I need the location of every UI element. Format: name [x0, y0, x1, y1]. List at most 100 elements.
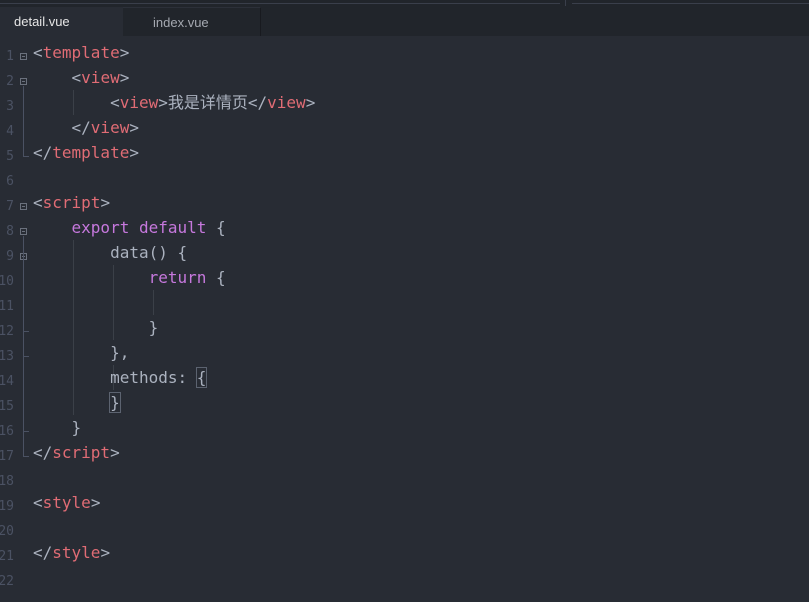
tab-label: detail.vue — [14, 14, 70, 29]
line-number: 4 — [6, 124, 14, 139]
code-token: return — [148, 268, 207, 287]
code-token: template — [52, 143, 130, 162]
code-line: </view> — [33, 115, 139, 140]
fold-region-end — [23, 356, 29, 357]
line-number: 19 — [0, 499, 14, 514]
code-line: <view> — [33, 65, 130, 90]
code-token: { — [206, 218, 226, 237]
line-number: 3 — [6, 99, 14, 114]
tab-label: index.vue — [153, 15, 209, 30]
code-token: < — [33, 43, 43, 62]
code-token: data() { — [33, 243, 188, 262]
code-line: data() { — [33, 240, 187, 265]
line-number: 12 — [0, 324, 14, 339]
code-token: > — [100, 193, 111, 212]
fold-region-end — [23, 431, 29, 432]
indent-guide — [153, 290, 154, 315]
code-token: } — [33, 418, 82, 437]
code-line: </script> — [33, 440, 120, 465]
fold-region-line — [23, 86, 24, 156]
code-token: </ — [33, 143, 53, 162]
fold-toggle-icon[interactable] — [20, 203, 27, 210]
line-number: 16 — [0, 424, 14, 439]
code-line: } — [33, 415, 82, 440]
line-number: 15 — [0, 399, 14, 414]
code-token: { — [206, 268, 226, 287]
fold-toggle-icon[interactable] — [20, 53, 27, 60]
code-token: </ — [33, 443, 53, 462]
code-editor[interactable]: 1 2 3 4 5 6 7 8 9 10 11 12 13 14 15 16 17 18 19 20 21 22 <tem… — [0, 36, 809, 602]
code-token: methods: — [33, 368, 197, 387]
code-token: > — [119, 68, 130, 87]
code-token: view — [119, 93, 159, 112]
line-number: 2 — [6, 74, 14, 89]
code-token: < — [33, 193, 43, 212]
code-token: </ — [247, 93, 268, 112]
code-token: default — [138, 218, 207, 237]
line-number: 22 — [0, 574, 14, 589]
code-line: <view>我是详情页</view> — [33, 90, 315, 115]
line-number: 18 — [0, 474, 14, 489]
code-line: <template> — [33, 40, 129, 65]
code-token: > — [129, 143, 139, 162]
tab-bar: detail.vue index.vue — [0, 7, 809, 36]
code-line: </style> — [33, 540, 110, 565]
line-number: 21 — [0, 549, 14, 564]
line-number: 9 — [6, 249, 14, 264]
code-token: > — [119, 43, 130, 62]
code-line: }, — [33, 340, 129, 365]
window-top-strip — [0, 0, 809, 7]
code-token: > — [129, 118, 139, 137]
code-token: </ — [33, 543, 53, 562]
code-token: < — [33, 93, 120, 112]
line-number: 17 — [0, 449, 14, 464]
code-token: { — [195, 367, 208, 388]
code-token: < — [33, 68, 82, 87]
code-token: > — [90, 493, 101, 512]
fold-toggle-icon[interactable] — [20, 78, 27, 85]
line-number: 1 — [6, 49, 14, 64]
code-token: style — [52, 543, 101, 562]
code-line: } — [33, 315, 159, 340]
line-number: 11 — [0, 299, 14, 314]
line-number: 6 — [6, 174, 14, 189]
code-token: > — [100, 543, 111, 562]
code-token: > — [305, 93, 316, 112]
code-token: view — [267, 93, 306, 112]
code-line: <script> — [33, 190, 110, 215]
code-line: } — [33, 390, 121, 415]
code-line: <style> — [33, 490, 100, 515]
code-token: style — [42, 493, 91, 512]
code-token: template — [42, 43, 120, 62]
fold-region-end — [23, 156, 29, 157]
code-token: </ — [33, 118, 91, 137]
code-token: script — [52, 443, 111, 462]
line-number: 14 — [0, 374, 14, 389]
code-token: } — [109, 392, 121, 413]
code-token: }, — [33, 343, 130, 362]
code-line: return { — [33, 265, 226, 290]
line-number: 20 — [0, 524, 14, 539]
fold-region-end — [23, 331, 29, 332]
code-token: } — [33, 318, 159, 337]
tab-detail-vue[interactable]: detail.vue — [0, 7, 123, 36]
tab-index-vue[interactable]: index.vue — [123, 7, 261, 36]
code-token: > — [158, 93, 168, 112]
line-number: 10 — [0, 274, 14, 289]
top-divider-right — [572, 0, 809, 4]
code-token: export — [71, 218, 130, 237]
fold-toggle-icon[interactable] — [20, 228, 27, 235]
line-number: 5 — [6, 149, 14, 164]
code-token: script — [42, 193, 101, 212]
fold-region-end — [23, 456, 29, 457]
code-token: > — [110, 443, 120, 462]
code-token: view — [81, 68, 120, 87]
code-token: 我是详情页 — [167, 93, 248, 112]
code-line: </template> — [33, 140, 139, 165]
line-number: 7 — [6, 199, 14, 214]
code-line: export default { — [33, 215, 226, 240]
